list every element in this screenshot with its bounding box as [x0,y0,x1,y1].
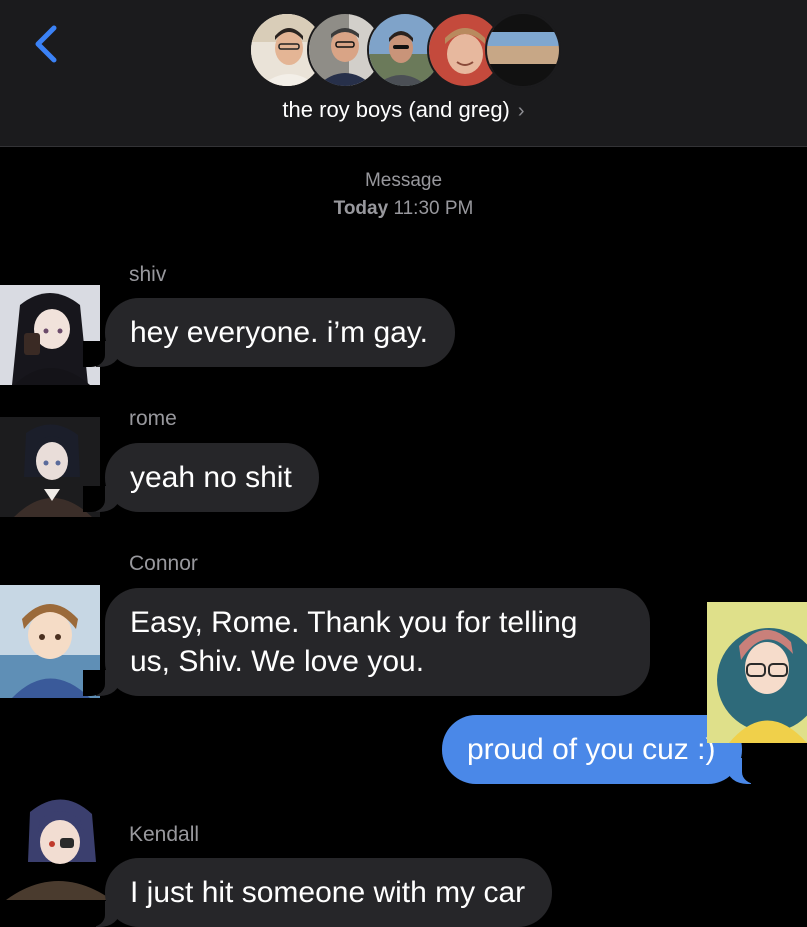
timestamp-date: Today [333,198,389,219]
back-button[interactable] [28,20,68,68]
service-label: Message [364,170,443,191]
sender-name: Kendall [129,823,200,846]
avatar-kendall[interactable] [0,792,115,900]
avatar-shiv[interactable] [0,285,100,385]
member-avatar [485,12,561,88]
message-text: I just hit someone with my car [130,876,526,909]
message-bubble[interactable]: I just hit someone with my car [82,858,553,927]
sender-name: shiv [129,263,167,286]
message-text: Easy, Rome. Thank you for telling us, Sh… [130,606,586,678]
timestamp: Today 11:30 PM [0,198,807,220]
sticker-image [707,602,807,743]
message-bubble[interactable]: hey everyone. i’m gay. [83,298,455,367]
message-bubble[interactable]: yeah no shit [83,443,319,512]
group-name[interactable]: the roy boys (and greg) › [0,97,807,123]
chevron-left-icon [35,25,57,63]
message-text: hey everyone. i’m gay. [130,316,428,349]
message-text: yeah no shit [130,461,292,494]
sender-name: rome [129,407,177,430]
timestamp-time: 11:30 PM [393,198,474,219]
sender-name: Connor [129,552,198,575]
outgoing-message-bubble[interactable]: proud of you cuz :) [442,715,765,784]
group-name-label: the roy boys (and greg) [282,97,510,122]
chevron-right-icon: › [517,100,525,122]
group-avatar-stack[interactable] [249,12,561,90]
message-text: proud of you cuz :) [467,733,716,766]
message-bubble[interactable]: Easy, Rome. Thank you for telling us, Sh… [83,588,650,696]
conversation-header: the roy boys (and greg) › [0,0,807,147]
